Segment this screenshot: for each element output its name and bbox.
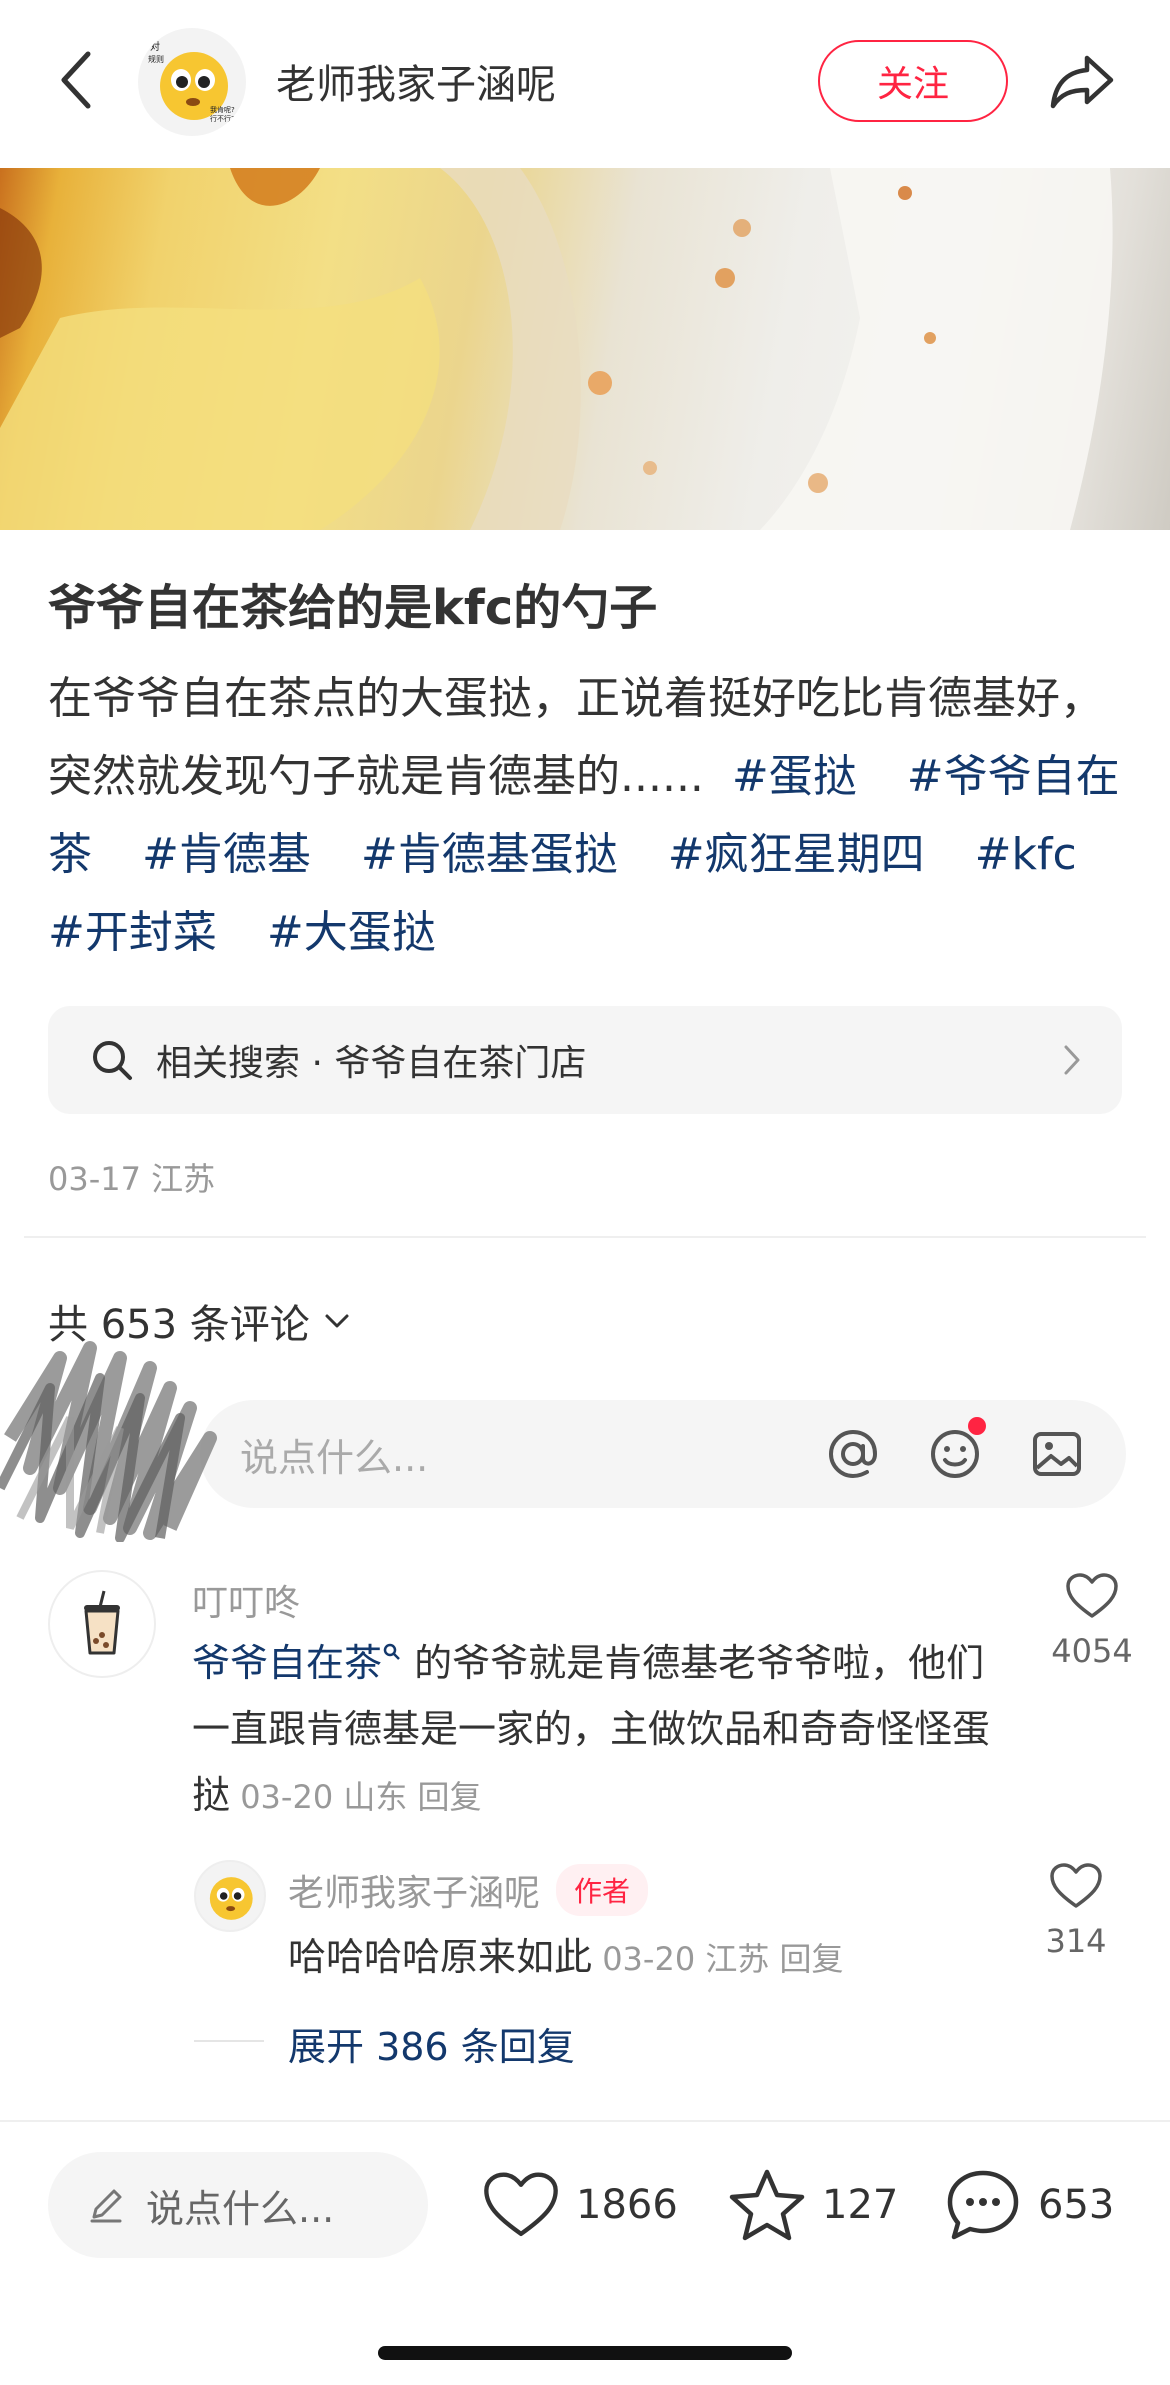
comment-like-count: 4054 bbox=[1051, 1632, 1133, 1670]
search-mini-icon bbox=[383, 1643, 400, 1660]
post-title: 爷爷自在茶给的是kfc的勺子 bbox=[48, 580, 658, 636]
post-date-location: 03-17 江苏 bbox=[48, 1160, 216, 1198]
svg-text:行不行?: 行不行? bbox=[210, 114, 235, 123]
related-search[interactable]: 相关搜索 · 爷爷自在茶门店 bbox=[48, 1006, 1122, 1114]
tag-dantat[interactable]: #蛋挞 bbox=[732, 751, 857, 802]
reply-author: 老师我家子涵呢 作者 bbox=[288, 1864, 649, 1916]
comment-count: 653 bbox=[1038, 2182, 1115, 2228]
post-image[interactable] bbox=[0, 168, 1170, 530]
reply-meta[interactable]: 03-20 江苏 回复 bbox=[592, 1940, 843, 1978]
heart-icon bbox=[1066, 1573, 1118, 1618]
at-icon bbox=[828, 1429, 878, 1479]
expand-replies-link[interactable]: 展开 386 条回复 bbox=[288, 2016, 575, 2071]
reply-like-button[interactable]: 314 bbox=[1016, 1862, 1136, 1960]
chevron-left-icon bbox=[61, 51, 91, 109]
chevron-right-icon bbox=[1064, 1045, 1080, 1075]
star-icon bbox=[729, 2169, 805, 2241]
image-button[interactable] bbox=[1024, 1421, 1090, 1487]
comment-search-link[interactable]: 爷爷自在茶 bbox=[192, 1641, 382, 1685]
svg-text:我肯呢?: 我肯呢? bbox=[210, 105, 235, 114]
svg-text:规则: 规则 bbox=[148, 54, 164, 64]
tag-kaifengcai[interactable]: #开封菜 bbox=[48, 907, 217, 958]
favorite-count: 127 bbox=[822, 2182, 899, 2228]
tag-kendeji-dantat[interactable]: #肯德基蛋挞 bbox=[361, 829, 618, 880]
tag-crazy-thursday[interactable]: #疯狂星期四 bbox=[668, 829, 925, 880]
author-name[interactable]: 老师我家子涵呢 bbox=[276, 52, 556, 110]
chevron-down-icon bbox=[325, 1314, 349, 1328]
home-indicator[interactable] bbox=[378, 2346, 792, 2360]
back-button[interactable] bbox=[46, 44, 106, 116]
comment-input-placeholder: 说点什么... bbox=[240, 1435, 429, 1480]
comment-text: 爷爷自在茶 的爷爷就是肯德基老爷爷啦，他们一直跟肯德基是一家的，主做饮品和奇奇怪… bbox=[192, 1630, 1012, 1830]
like-button[interactable]: 1866 bbox=[482, 2162, 678, 2248]
heart-icon bbox=[484, 2172, 558, 2237]
reply-like-count: 314 bbox=[1045, 1922, 1107, 1960]
scribble-overlay bbox=[0, 1318, 236, 1542]
bubble-tea-icon bbox=[84, 1590, 120, 1655]
share-button[interactable] bbox=[1044, 44, 1120, 120]
egg-tart-photo bbox=[0, 168, 1113, 530]
mention-button[interactable] bbox=[820, 1421, 886, 1487]
commenter-name[interactable]: 叮叮咚 bbox=[192, 1574, 300, 1626]
tag-big-dantat[interactable]: #大蛋挞 bbox=[267, 907, 436, 958]
divider bbox=[24, 1236, 1146, 1238]
bottom-input-placeholder: 说点什么... bbox=[146, 2186, 335, 2231]
tag-kendeji[interactable]: #肯德基 bbox=[142, 829, 311, 880]
comment-input[interactable]: 说点什么... bbox=[200, 1400, 1126, 1508]
notification-dot bbox=[968, 1417, 986, 1435]
comment-button[interactable]: 653 bbox=[944, 2162, 1114, 2248]
expand-divider bbox=[194, 2040, 264, 2042]
comment-like-button[interactable]: 4054 bbox=[1032, 1572, 1152, 1670]
image-icon bbox=[1033, 1432, 1081, 1476]
commenter-avatar[interactable] bbox=[48, 1570, 156, 1678]
tag-kfc[interactable]: #kfc bbox=[975, 829, 1077, 880]
emoji-face-icon bbox=[209, 1877, 253, 1920]
comment-bubble-icon bbox=[947, 2170, 1019, 2240]
follow-button[interactable]: 关注 bbox=[818, 40, 1008, 122]
related-search-label: 相关搜索 · 爷爷自在茶门店 bbox=[156, 1043, 587, 1084]
emoji-face-icon: 对 规则 我肯呢? 行不行? bbox=[148, 40, 235, 123]
reply-avatar[interactable] bbox=[194, 1860, 266, 1932]
pencil-icon bbox=[90, 2189, 122, 2223]
share-arrow-icon bbox=[1050, 55, 1114, 109]
post-description: 在爷爷自在茶点的大蛋挞，正说着挺好吃比肯德基好，突然就发现勺子就是肯德基的...… bbox=[48, 660, 1128, 972]
author-avatar[interactable]: 对 规则 我肯呢? 行不行? bbox=[138, 28, 246, 136]
top-bar: 对 规则 我肯呢? 行不行? 老师我家子涵呢 关注 bbox=[0, 0, 1170, 168]
author-badge: 作者 bbox=[556, 1864, 649, 1916]
bottom-comment-input[interactable]: 说点什么... bbox=[48, 2152, 428, 2258]
emoji-button[interactable] bbox=[922, 1417, 988, 1487]
reply-text: 哈哈哈哈原来如此 03-20 江苏 回复 bbox=[288, 1926, 844, 1981]
heart-icon bbox=[1050, 1863, 1102, 1908]
favorite-button[interactable]: 127 bbox=[728, 2162, 898, 2248]
search-icon bbox=[93, 1041, 132, 1080]
bottom-divider bbox=[0, 2120, 1170, 2122]
reply-author-name[interactable]: 老师我家子涵呢 bbox=[288, 1864, 540, 1916]
comment-meta[interactable]: 03-20 山东 回复 bbox=[230, 1778, 481, 1816]
like-count: 1866 bbox=[576, 2182, 678, 2228]
svg-text:对: 对 bbox=[150, 40, 160, 53]
reply-body: 哈哈哈哈原来如此 bbox=[288, 1935, 593, 1979]
